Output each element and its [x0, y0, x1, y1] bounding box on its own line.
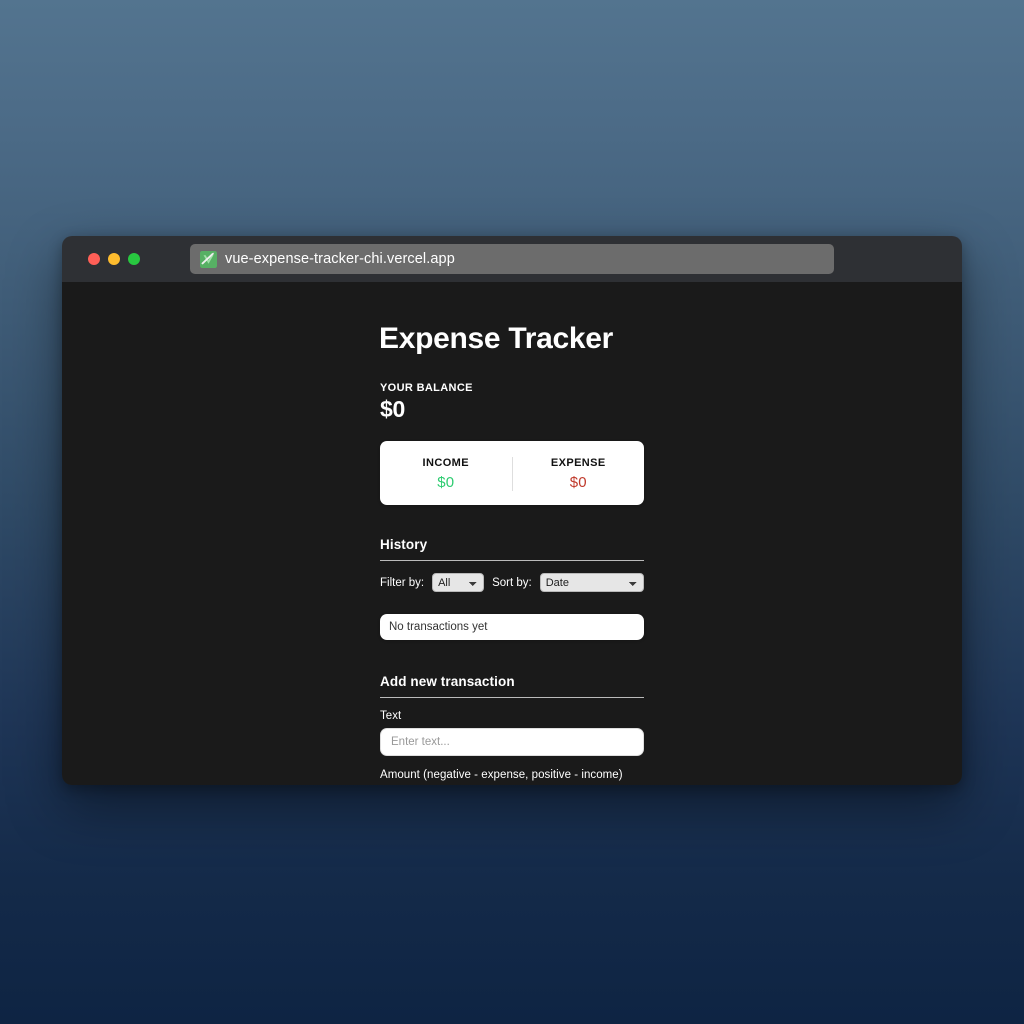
address-bar[interactable]: vue-expense-tracker-chi.vercel.app — [190, 244, 834, 274]
amount-field-label: Amount (negative - expense, positive - i… — [380, 769, 623, 781]
history-controls: Filter by: AllIncomeExpense Sort by: Dat… — [380, 573, 644, 592]
filter-by-label: Filter by: — [380, 576, 425, 589]
expense-cell: EXPENSE $0 — [511, 457, 645, 491]
sort-by-label: Sort by: — [492, 576, 532, 589]
browser-window: vue-expense-tracker-chi.vercel.app Expen… — [62, 236, 962, 785]
transaction-list: No transactions yet — [380, 614, 644, 640]
empty-transactions-message: No transactions yet — [380, 614, 644, 640]
vue-logo-icon — [200, 250, 217, 268]
filter-by-select[interactable]: AllIncomeExpense — [432, 573, 485, 592]
maximize-window-button[interactable] — [128, 253, 140, 265]
close-window-button[interactable] — [88, 253, 100, 265]
expense-label: EXPENSE — [550, 457, 606, 469]
text-input[interactable] — [380, 728, 644, 756]
income-amount: $0 — [437, 474, 455, 491]
address-bar-text: vue-expense-tracker-chi.vercel.app — [225, 251, 455, 267]
window-controls — [88, 253, 140, 265]
expense-amount: $0 — [569, 474, 587, 491]
minimize-window-button[interactable] — [108, 253, 120, 265]
income-expense-card: INCOME $0 EXPENSE $0 — [380, 441, 644, 505]
balance-amount: $0 — [380, 396, 405, 422]
page-content: Expense Tracker YOUR BALANCE $0 INCOME $… — [62, 282, 962, 785]
text-field-label: Text — [380, 710, 402, 722]
balance-label: YOUR BALANCE — [380, 382, 473, 394]
history-heading: History — [380, 537, 644, 561]
income-cell: INCOME $0 — [380, 457, 512, 491]
sort-by-select[interactable]: DateAmount — [539, 573, 644, 592]
income-label: INCOME — [422, 457, 469, 469]
app-container: Expense Tracker YOUR BALANCE $0 INCOME $… — [379, 282, 644, 785]
page-title: Expense Tracker — [379, 322, 613, 355]
browser-titlebar: vue-expense-tracker-chi.vercel.app — [62, 236, 962, 282]
add-transaction-heading: Add new transaction — [380, 674, 644, 698]
